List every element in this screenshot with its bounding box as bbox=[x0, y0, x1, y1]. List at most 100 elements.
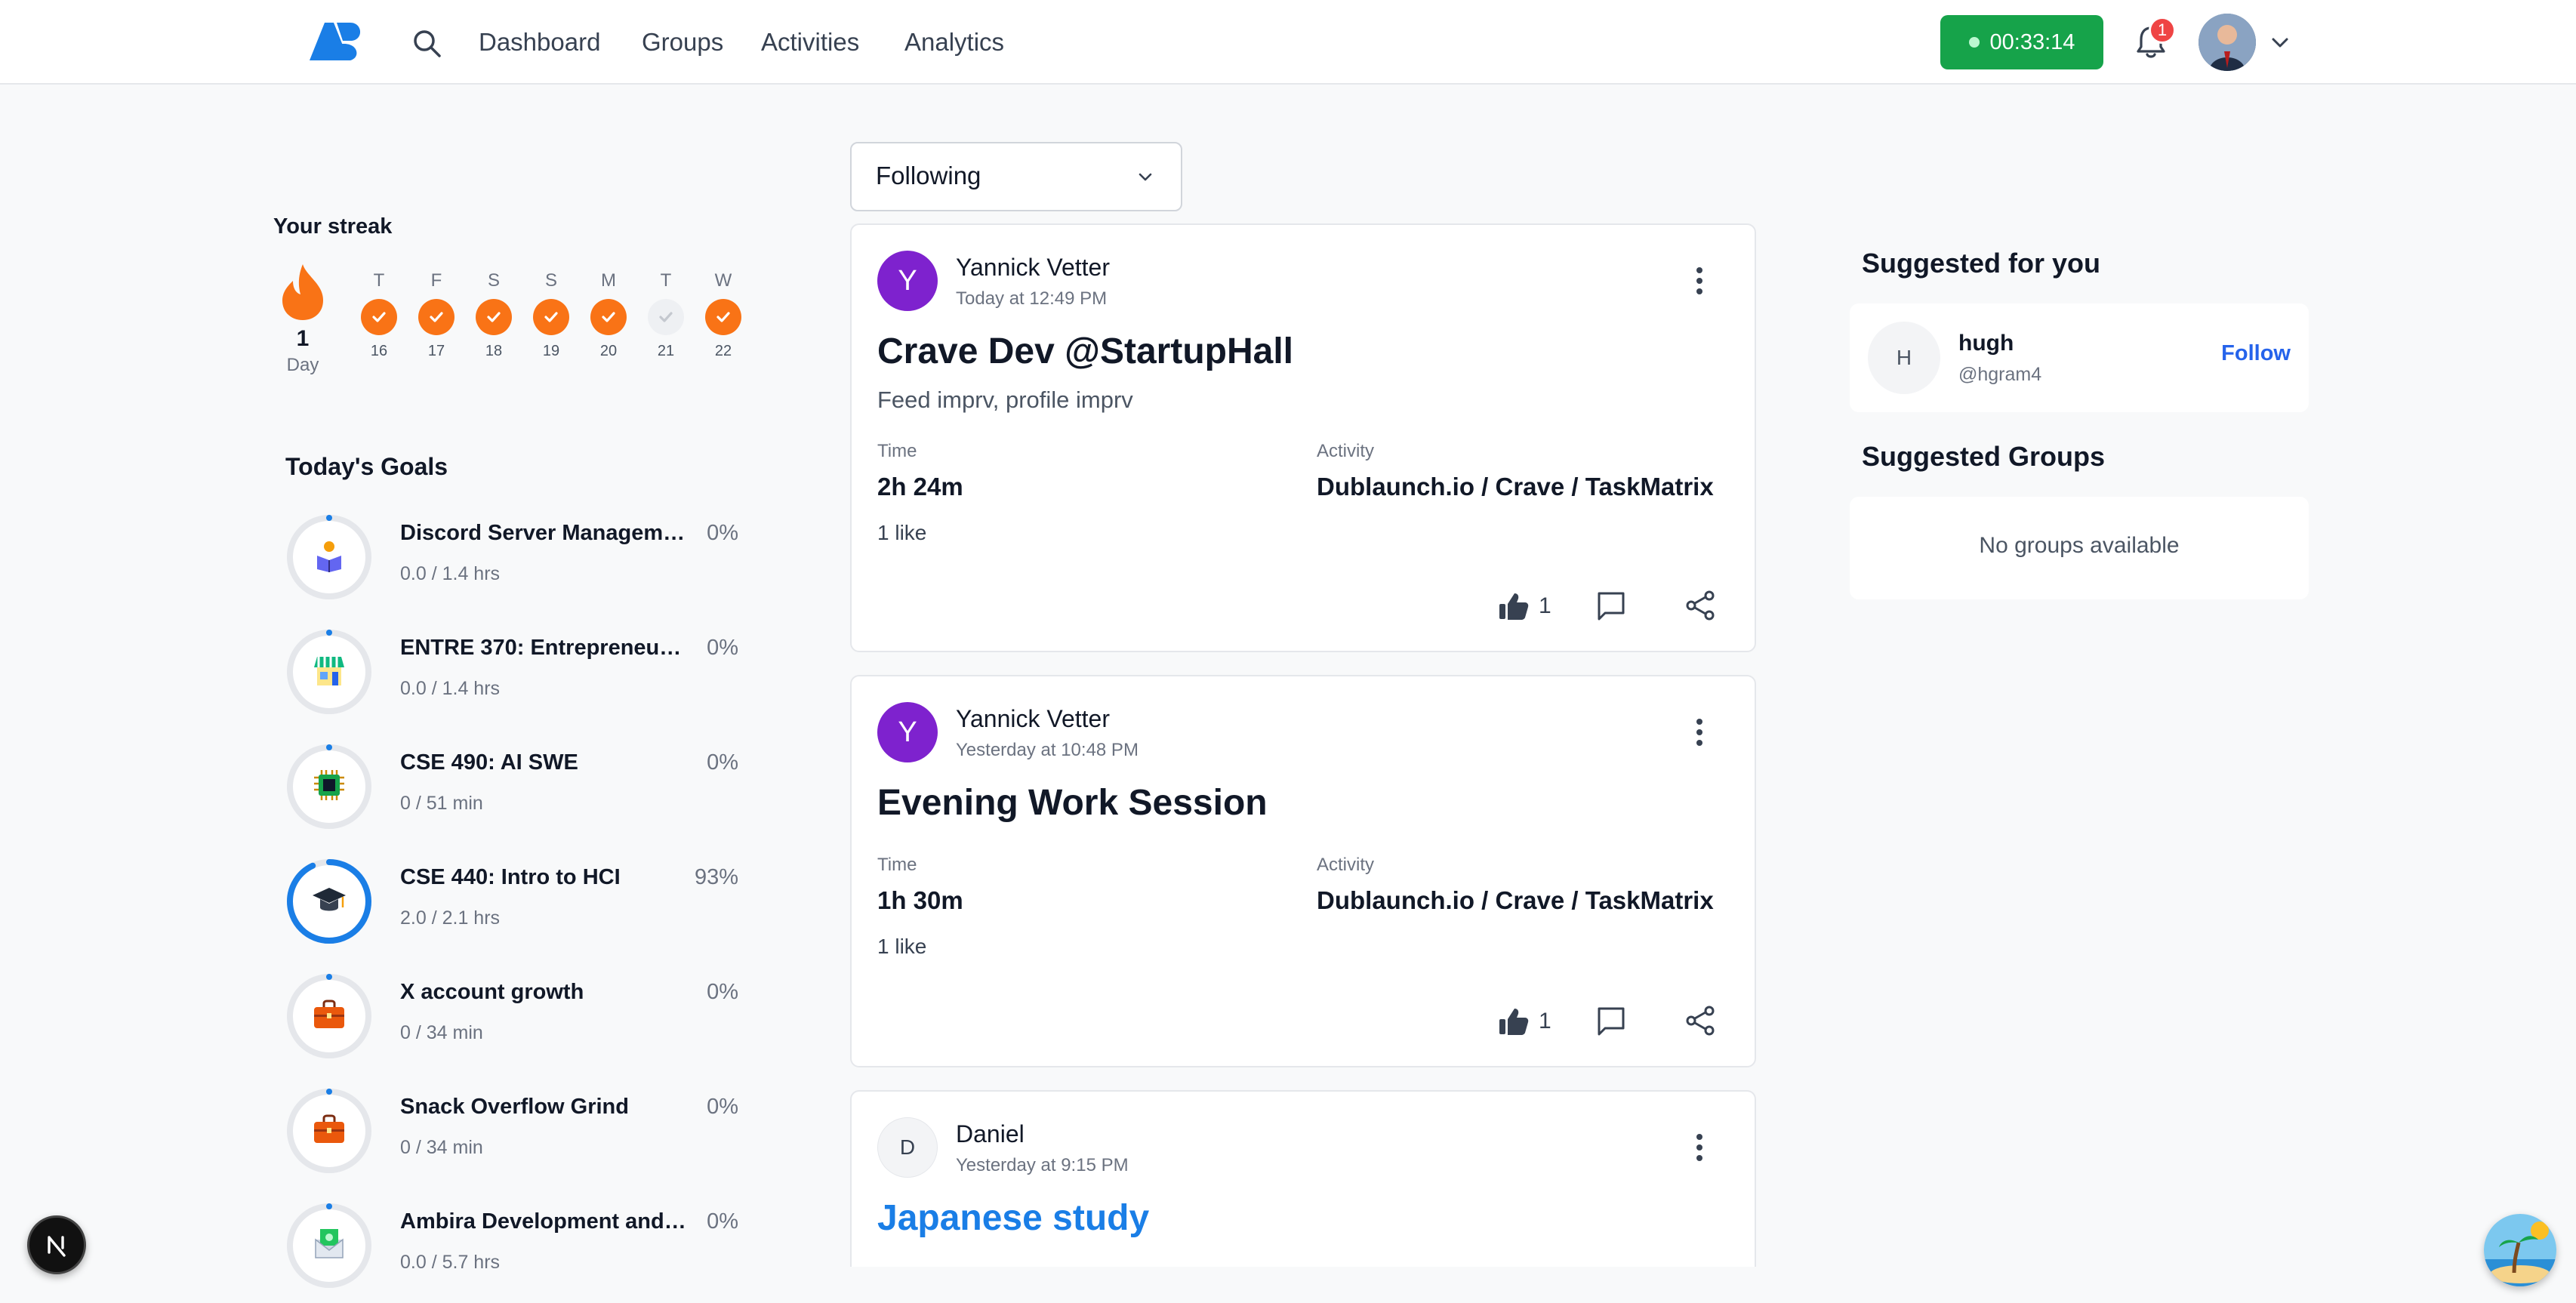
streak-day: T 16 bbox=[359, 270, 399, 360]
goal-item[interactable]: Snack Overflow Grind 0% 0 / 34 min bbox=[285, 1087, 738, 1178]
streak-day-letter: T bbox=[660, 270, 672, 291]
like-count: 1 bbox=[1539, 593, 1551, 618]
feed-filter-select[interactable]: Following bbox=[850, 142, 1182, 211]
suggested-users-title: Suggested for you bbox=[1862, 248, 2101, 279]
empty-groups-message: No groups available bbox=[1979, 533, 2180, 558]
goal-item[interactable]: CSE 440: Intro to HCI 93% 2.0 / 2.1 hrs bbox=[285, 858, 738, 948]
nextjs-devtools-button[interactable] bbox=[27, 1215, 86, 1274]
post-timestamp: Yesterday at 9:15 PM bbox=[956, 1155, 1129, 1175]
feed-post: D Daniel Yesterday at 9:15 PM Japanese s… bbox=[850, 1090, 1756, 1267]
time-label: Time bbox=[877, 441, 917, 461]
streak-check-icon bbox=[705, 299, 741, 335]
activity-label: Activity bbox=[1317, 855, 1375, 875]
share-icon[interactable] bbox=[1684, 589, 1717, 622]
streak-day-date: 22 bbox=[714, 343, 732, 359]
suggested-user-handle: @hgram4 bbox=[1958, 364, 2042, 385]
likes-summary[interactable]: 1 like bbox=[877, 521, 926, 545]
nav-groups[interactable]: Groups bbox=[642, 26, 723, 59]
goal-progress-text: 0 / 34 min bbox=[400, 1137, 483, 1158]
microchip-icon bbox=[314, 770, 344, 800]
nav-dashboard[interactable]: Dashboard bbox=[479, 26, 600, 59]
streak-unit: Day bbox=[286, 355, 319, 375]
streak-day: F 17 bbox=[417, 270, 456, 360]
thumbs-up-icon bbox=[1499, 1009, 1529, 1035]
session-timer-button[interactable]: 00:33:14 bbox=[1940, 15, 2103, 69]
nav-analytics[interactable]: Analytics bbox=[904, 26, 1004, 59]
goal-percent: 0% bbox=[707, 980, 738, 1004]
like-button[interactable]: 1 bbox=[1498, 1003, 1573, 1040]
avatar-letter: D bbox=[899, 1135, 916, 1159]
post-author-name[interactable]: Daniel bbox=[956, 1120, 1025, 1148]
post-title[interactable]: Evening Work Session bbox=[877, 782, 1268, 824]
streak-day: M 20 bbox=[589, 270, 628, 360]
goal-percent: 0% bbox=[707, 1209, 738, 1234]
streak-day-date: 17 bbox=[427, 343, 445, 359]
search-icon[interactable] bbox=[411, 27, 442, 59]
feed-filter-value: Following bbox=[876, 162, 981, 189]
post-title[interactable]: Japanese study bbox=[877, 1197, 1149, 1239]
suggested-user-avatar[interactable]: H bbox=[1868, 322, 1940, 394]
goal-item[interactable]: ENTRE 370: Entrepreneurship 0% 0.0 / 1.4 h… bbox=[285, 628, 738, 719]
more-options-icon[interactable] bbox=[1694, 1132, 1705, 1163]
nav-activities[interactable]: Activities bbox=[761, 26, 859, 59]
feed-post: Y Yannick Vetter Yesterday at 10:48 PM E… bbox=[850, 675, 1756, 1067]
suggested-user-name[interactable]: hugh bbox=[1958, 331, 2014, 356]
goal-name: ENTRE 370: Entrepreneurship bbox=[400, 636, 687, 660]
post-author-name[interactable]: Yannick Vetter bbox=[956, 254, 1110, 282]
streak-day-date: 18 bbox=[485, 343, 503, 359]
app-logo[interactable] bbox=[308, 21, 367, 62]
avatar-letter: Y bbox=[898, 264, 917, 297]
beach-widget-button[interactable] bbox=[2484, 1214, 2556, 1286]
post-description: Feed imprv, profile imprv bbox=[877, 387, 1133, 413]
streak-check-icon bbox=[361, 299, 397, 335]
goal-item[interactable]: Ambira Development and Design 0% 0.0 / 5.7… bbox=[285, 1202, 738, 1292]
streak-day-letter: T bbox=[373, 270, 385, 291]
goal-item[interactable]: CSE 490: AI SWE 0% 0 / 51 min bbox=[285, 743, 738, 833]
streak-day: S 19 bbox=[532, 270, 571, 360]
streak-count: 1 bbox=[296, 326, 310, 351]
post-author-name[interactable]: Yannick Vetter bbox=[956, 705, 1110, 733]
goal-name: X account growth bbox=[400, 980, 584, 1004]
post-title[interactable]: Crave Dev @StartupHall bbox=[877, 331, 1293, 372]
chevron-down-icon bbox=[1139, 173, 1152, 181]
comment-icon[interactable] bbox=[1595, 589, 1628, 622]
goal-progress-text: 0 / 51 min bbox=[400, 793, 483, 814]
streak-check-icon bbox=[590, 299, 627, 335]
goal-name: CSE 490: AI SWE bbox=[400, 750, 578, 775]
goal-item[interactable]: Discord Server Management 0% 0.0 / 1.4 hrs bbox=[285, 513, 738, 604]
recording-dot-icon bbox=[1968, 37, 1980, 48]
more-options-icon[interactable] bbox=[1694, 717, 1705, 747]
goal-item[interactable]: X account growth 0% 0 / 34 min bbox=[285, 972, 738, 1063]
user-avatar[interactable] bbox=[2199, 14, 2256, 71]
share-icon[interactable] bbox=[1684, 1004, 1717, 1037]
likes-summary[interactable]: 1 like bbox=[877, 935, 926, 959]
streak-day: S 18 bbox=[474, 270, 513, 360]
follow-button[interactable]: Follow bbox=[2221, 341, 2291, 366]
flame-icon bbox=[282, 264, 323, 320]
streak-day: T 21 bbox=[646, 270, 686, 360]
goal-progress-text: 2.0 / 2.1 hrs bbox=[400, 907, 501, 929]
activity-value: Dublaunch.io / Crave / TaskMatrix bbox=[1317, 886, 1714, 914]
like-button[interactable]: 1 bbox=[1498, 587, 1573, 625]
goals-title: Today's Goals bbox=[285, 453, 448, 480]
comment-icon[interactable] bbox=[1595, 1004, 1628, 1037]
notification-badge: 1 bbox=[2149, 17, 2176, 44]
streak-day-letter: M bbox=[601, 270, 616, 291]
chevron-down-icon[interactable] bbox=[2268, 30, 2292, 54]
post-timestamp: Yesterday at 10:48 PM bbox=[956, 740, 1139, 760]
goal-percent: 0% bbox=[707, 636, 738, 660]
briefcase-icon bbox=[314, 1114, 344, 1143]
more-options-icon[interactable] bbox=[1694, 266, 1705, 296]
goal-percent: 93% bbox=[694, 865, 738, 889]
streak-day-date: 16 bbox=[370, 343, 388, 359]
post-author-avatar[interactable]: Y bbox=[877, 702, 938, 762]
post-author-avatar[interactable]: D bbox=[877, 1117, 938, 1178]
post-author-avatar[interactable]: Y bbox=[877, 251, 938, 311]
goal-percent: 0% bbox=[707, 521, 738, 545]
palm-beach-icon bbox=[2484, 1214, 2556, 1286]
time-label: Time bbox=[877, 855, 917, 875]
graduation-cap-icon bbox=[313, 888, 346, 911]
feed-post: Y Yannick Vetter Today at 12:49 PM Crave… bbox=[850, 223, 1756, 652]
reading-person-icon bbox=[317, 541, 341, 572]
time-value: 1h 30m bbox=[877, 886, 963, 914]
